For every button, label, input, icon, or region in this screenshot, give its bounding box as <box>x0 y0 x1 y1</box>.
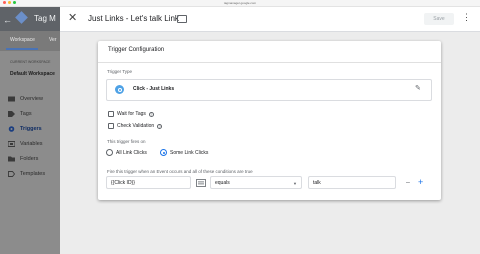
radio-button-selected[interactable] <box>160 149 167 156</box>
click-trigger-icon <box>115 85 124 94</box>
templates-icon <box>8 171 15 177</box>
folder-icon[interactable] <box>177 15 187 23</box>
trigger-type-value: Click - Just Links <box>133 86 175 92</box>
tag-manager-logo-icon <box>15 11 28 24</box>
more-vert-icon[interactable]: ⋮ <box>462 12 471 23</box>
sidebar-item-label: Tags <box>20 111 32 117</box>
radio-label: Some Link Clicks <box>170 149 209 156</box>
minimize-window-dot[interactable] <box>8 1 11 4</box>
sidebar-item-label: Templates <box>20 171 46 177</box>
trigger-name-title[interactable]: Just Links - Let's talk Link <box>88 14 179 23</box>
app-title: Tag M <box>34 14 56 23</box>
overview-icon <box>8 96 15 102</box>
add-condition-button[interactable]: + <box>418 177 423 187</box>
sidebar-item-label: Overview <box>20 96 43 102</box>
card-title: Trigger Configuration <box>108 47 165 53</box>
close-icon[interactable]: ✕ <box>68 13 77 24</box>
sidebar-item-variables[interactable]: Variables <box>8 141 43 147</box>
sidebar-item-tags[interactable]: Tags <box>8 111 32 117</box>
wait-for-tags-checkbox[interactable] <box>108 111 114 117</box>
app-tabs: Workspace Ver <box>0 31 60 51</box>
condition-value-field[interactable]: talk <box>308 176 396 189</box>
radio-label: All Link Clicks <box>116 149 147 156</box>
trigger-type-label: Trigger Type <box>107 69 133 74</box>
check-validation-checkbox[interactable] <box>108 123 114 129</box>
active-tab-indicator <box>6 48 38 50</box>
sidebar-item-label: Folders <box>20 156 39 162</box>
trigger-configuration-card: Trigger Configuration Trigger Type Click… <box>98 41 441 200</box>
sidebar-item-overview[interactable]: Overview <box>8 96 43 102</box>
radio-some-link-clicks[interactable]: Some Link Clicks <box>160 149 208 156</box>
sidebar-item-templates[interactable]: Templates <box>8 171 45 177</box>
condition-variable-field[interactable]: {{Click ID}} <box>106 176 191 189</box>
background-app: ← Tag M Workspace Ver CURRENT WORKSPACE … <box>0 7 60 254</box>
wait-for-tags-label: Wait for Tags <box>117 111 146 117</box>
address-bar[interactable]: tagmanager.google.com <box>200 0 280 6</box>
edit-pencil-icon[interactable]: ✎ <box>415 84 421 92</box>
chevron-down-icon: ▼ <box>293 181 297 186</box>
fires-on-label: This trigger fires on <box>107 139 146 144</box>
workspace-selector[interactable]: Default Workspace <box>10 71 55 77</box>
save-button[interactable]: Save <box>424 13 454 25</box>
tab-versions[interactable]: Ver <box>49 37 57 43</box>
current-workspace-label: CURRENT WORKSPACE <box>10 60 51 64</box>
help-icon[interactable]: ? <box>148 111 154 117</box>
window-controls[interactable] <box>3 1 16 4</box>
remove-condition-button[interactable]: – <box>406 179 410 186</box>
variable-picker-icon[interactable] <box>196 179 206 187</box>
condition-label: Fire this trigger when an Event occurs a… <box>107 169 253 174</box>
divider <box>98 62 441 63</box>
maximize-window-dot[interactable] <box>13 1 16 4</box>
check-validation-row[interactable]: Check Validation ? <box>108 123 163 129</box>
folder-icon <box>8 156 15 162</box>
browser-toolbar: tagmanager.google.com <box>0 0 480 7</box>
radio-all-link-clicks[interactable]: All Link Clicks <box>106 149 147 156</box>
wait-for-tags-row[interactable]: Wait for Tags ? <box>108 111 154 117</box>
tag-icon <box>8 111 15 117</box>
tab-workspace[interactable]: Workspace <box>10 37 35 43</box>
help-icon[interactable]: ? <box>157 123 163 129</box>
sidebar-item-label: Variables <box>20 141 43 147</box>
trigger-type-selector[interactable]: Click - Just Links ✎ <box>106 79 432 101</box>
radio-button[interactable] <box>106 149 113 156</box>
variables-icon <box>8 141 15 147</box>
sidebar-item-label: Triggers <box>20 126 42 132</box>
trigger-icon <box>8 126 15 132</box>
app-header: ← Tag M <box>0 7 60 31</box>
sidebar-item-triggers[interactable]: Triggers <box>8 126 42 132</box>
check-validation-label: Check Validation <box>117 123 155 129</box>
panel-header: ✕ Just Links - Let's talk Link Save ⋮ <box>60 7 480 32</box>
close-window-dot[interactable] <box>3 1 6 4</box>
condition-operator-select[interactable]: equals ▼ <box>210 176 302 189</box>
operator-value: equals <box>215 180 230 186</box>
back-arrow-icon[interactable]: ← <box>3 15 12 25</box>
sidebar-item-folders[interactable]: Folders <box>8 156 38 162</box>
